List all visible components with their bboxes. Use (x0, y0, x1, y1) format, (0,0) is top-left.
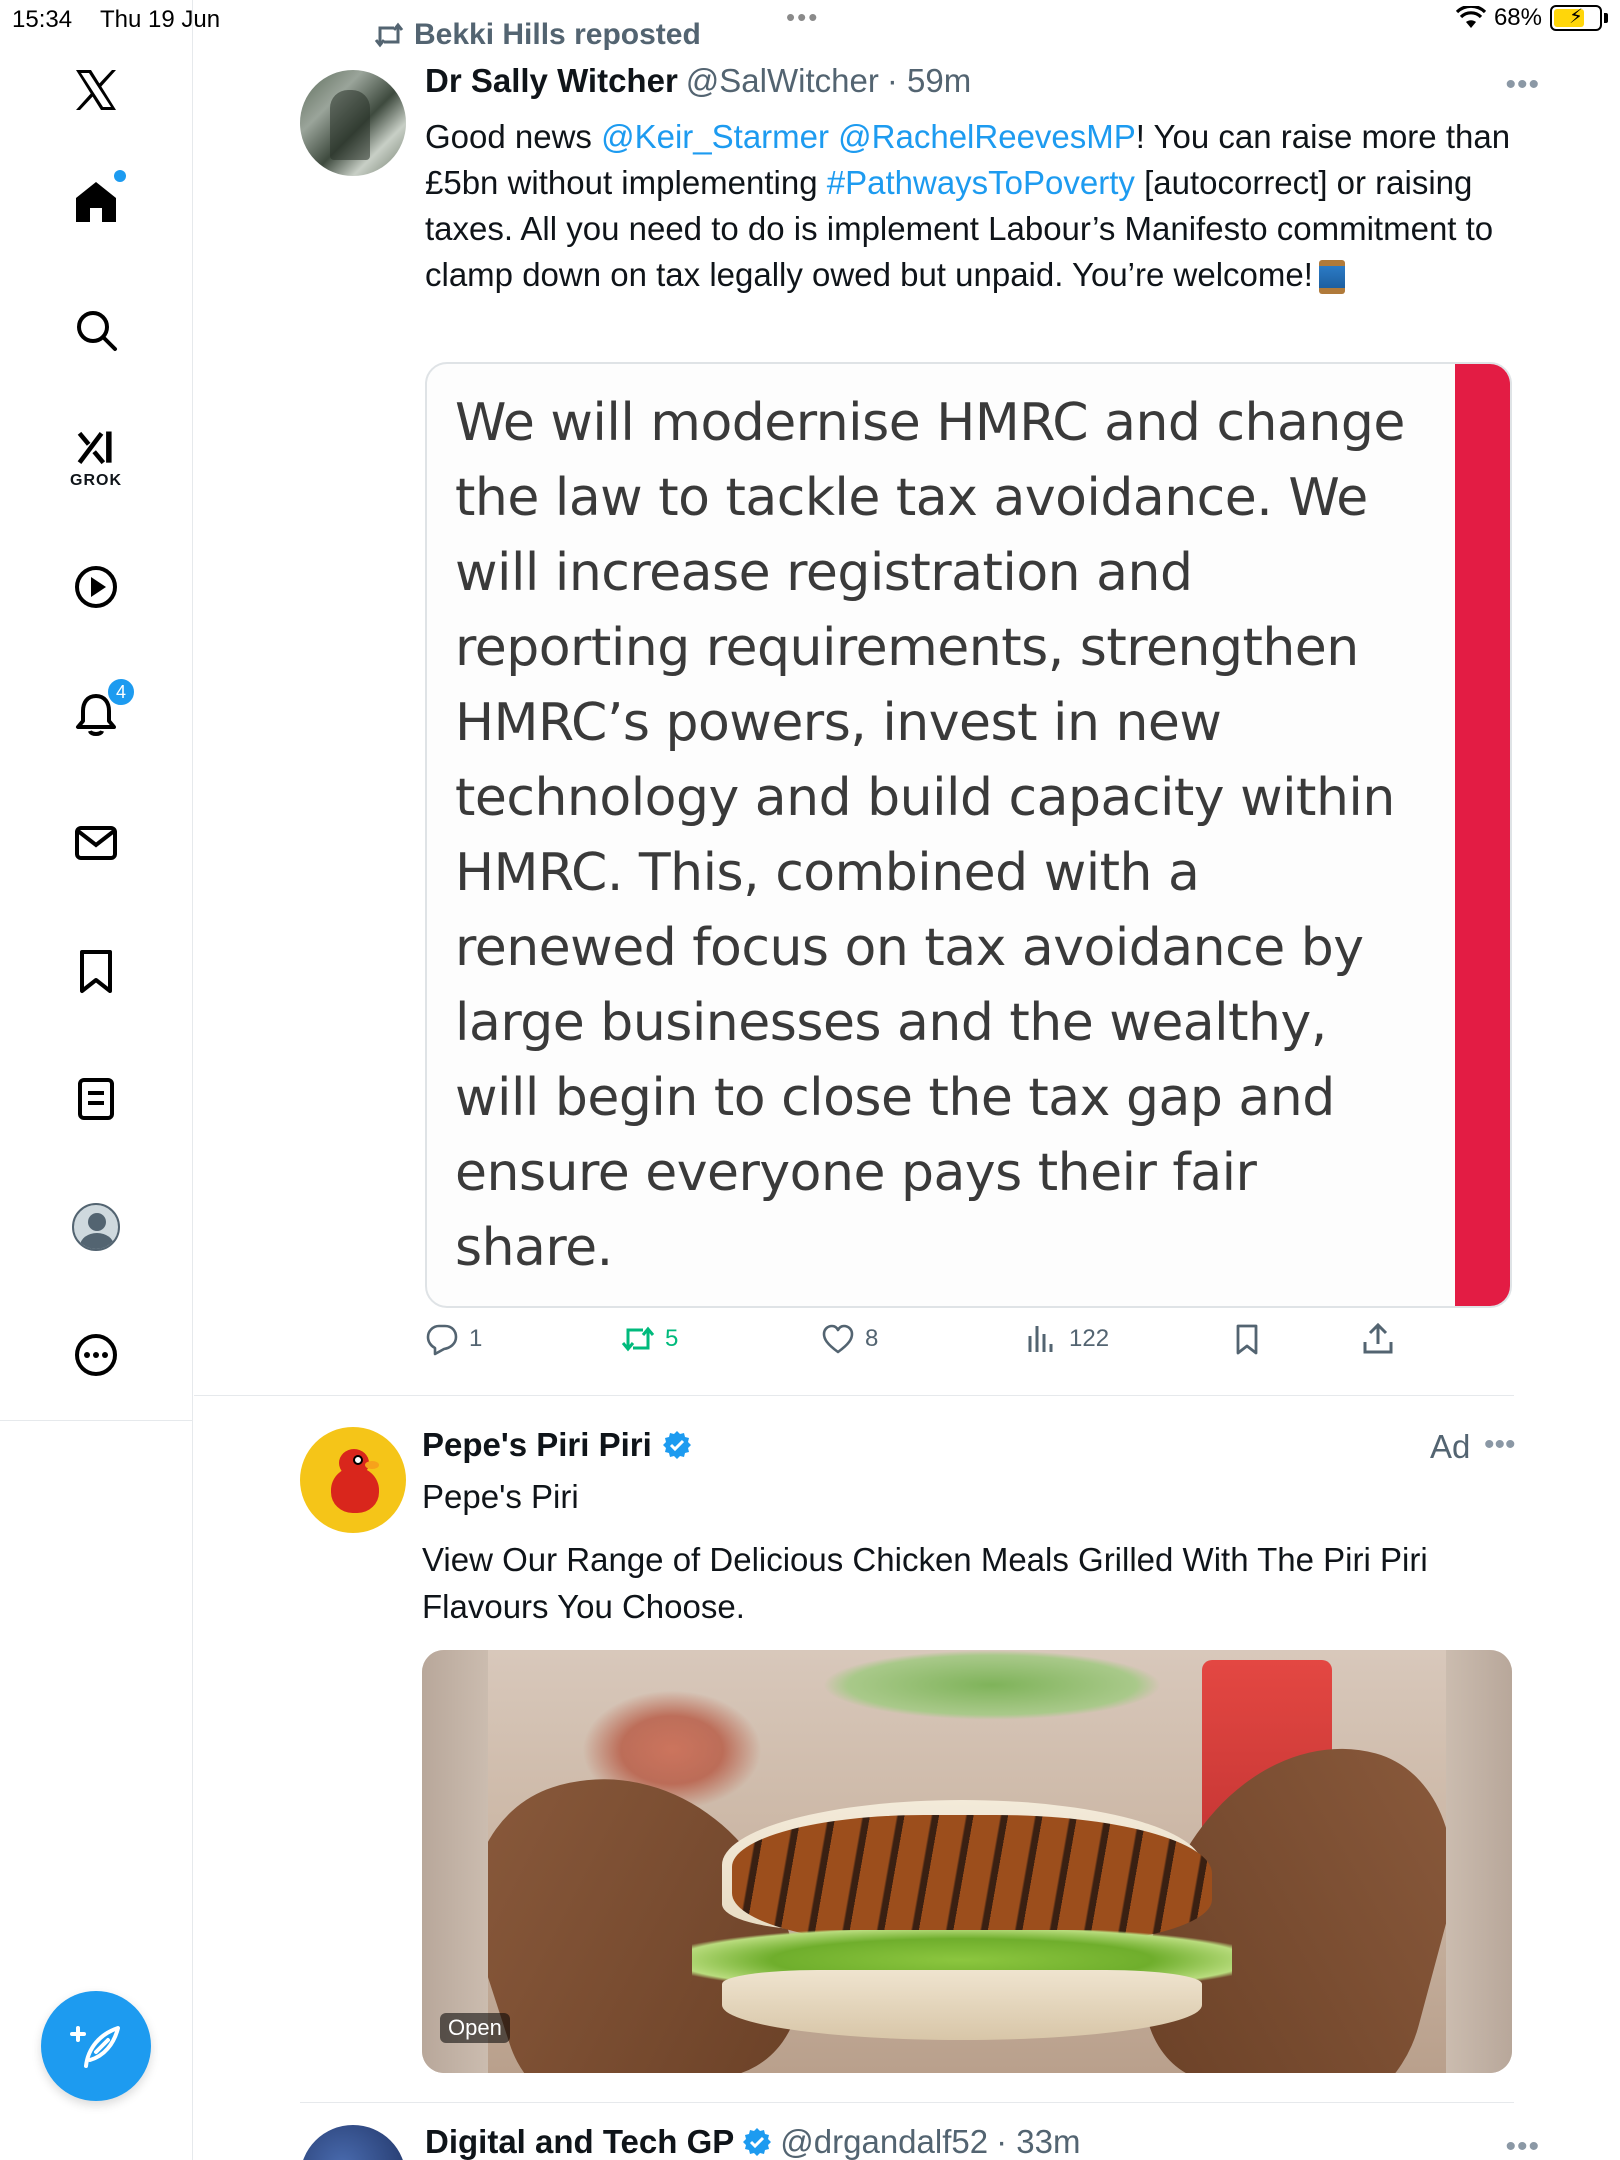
repost-count: 5 (665, 1325, 679, 1352)
author-handle[interactable]: @drgandalf52 (780, 2123, 988, 2160)
more-options-icon[interactable]: ••• (1484, 1428, 1516, 1462)
avatar[interactable] (300, 1427, 406, 1533)
hashtag-link[interactable]: #PathwaysToPoverty (827, 164, 1135, 201)
like-count: 8 (865, 1325, 879, 1352)
text-part (829, 118, 838, 155)
mail-icon[interactable] (56, 803, 136, 883)
ad-subtitle: Pepe's Piri (422, 1478, 579, 1515)
repost-icon (374, 22, 404, 48)
lists-icon[interactable] (56, 1059, 136, 1139)
chicken-logo-icon (323, 1445, 383, 1515)
views-count: 122 (1069, 1325, 1110, 1352)
heart-icon (822, 1324, 854, 1354)
bun-image (722, 1970, 1202, 2040)
home-new-dot (114, 170, 126, 182)
verified-badge-icon (662, 1431, 691, 1459)
share-button[interactable] (1361, 1322, 1395, 1356)
repost-icon (621, 1326, 655, 1352)
chicken-image (732, 1815, 1212, 1945)
author-name[interactable]: Dr Sally Witcher (425, 62, 678, 100)
reply-count: 1 (469, 1325, 483, 1352)
mention-link[interactable]: @RachelReevesMP (838, 118, 1136, 155)
ad-image[interactable]: Open (422, 1650, 1512, 2073)
bell-icon[interactable]: 4 (56, 675, 136, 755)
notifications-badge: 4 (106, 677, 136, 707)
more-options-icon[interactable]: ••• (1505, 2130, 1540, 2160)
views-icon (1028, 1326, 1053, 1352)
tweet-time[interactable]: · 33m (996, 2123, 1080, 2160)
author-name[interactable]: Digital and Tech GP (425, 2123, 734, 2160)
image-red-bar (1455, 364, 1510, 1306)
grok-label: GROK (70, 472, 122, 489)
repost-text: Bekki Hills reposted (414, 18, 701, 51)
avatar[interactable] (300, 2125, 406, 2160)
video-icon[interactable] (56, 547, 136, 627)
spool-emoji-icon (1318, 260, 1345, 295)
tweet-text: Good news @Keir_Starmer @RachelReevesMP!… (425, 114, 1515, 298)
sidebar-divider (0, 1420, 193, 1421)
tweet-actions: 1 5 8 122 (425, 1322, 1515, 1372)
more-icon[interactable] (56, 1315, 136, 1395)
home-icon[interactable] (56, 162, 136, 242)
share-icon (1363, 1322, 1393, 1354)
tweet-time[interactable]: · 59m (887, 62, 971, 100)
bookmark-icon (1236, 1324, 1258, 1355)
feed: Bekki Hills reposted Dr Sally Witcher @S… (194, 0, 1620, 2160)
sidebar: GROK 4 (0, 0, 193, 2160)
ad-label: Ad (1430, 1428, 1471, 1465)
image-text: We will modernise HMRC and change the la… (455, 393, 1405, 1278)
ad-text: View Our Range of Delicious Chicken Meal… (422, 1541, 1428, 1625)
ad-header: Pepe's Piri Piri (422, 1426, 692, 1464)
verified-badge-icon (743, 2128, 772, 2156)
like-button[interactable]: 8 (821, 1322, 878, 1356)
x-logo-icon[interactable] (56, 50, 136, 130)
profile-icon[interactable] (56, 1187, 136, 1267)
text-part: Good news (425, 118, 602, 155)
tweet-divider (194, 1395, 1514, 1396)
mention-link[interactable]: @Keir_Starmer (601, 118, 829, 155)
views-button[interactable]: 122 (1025, 1322, 1109, 1356)
tweet-header: Digital and Tech GP @drgandalf52 · 33m (425, 2123, 1080, 2160)
open-badge[interactable]: Open (440, 2013, 510, 2043)
compose-icon (70, 2026, 120, 2068)
grok-icon[interactable]: GROK (56, 418, 136, 498)
reply-button[interactable]: 1 (425, 1322, 482, 1356)
repost-button[interactable]: 5 (621, 1322, 678, 1356)
compose-button[interactable] (41, 1991, 151, 2101)
tweet-header: Dr Sally Witcher @SalWitcher · 59m (425, 62, 971, 100)
tweet-divider (300, 2102, 1514, 2103)
profile-avatar (72, 1203, 120, 1251)
bookmark-icon[interactable] (56, 931, 136, 1011)
more-options-icon[interactable]: ••• (1505, 68, 1540, 102)
reply-icon (426, 1324, 458, 1356)
repost-indicator[interactable]: Bekki Hills reposted (374, 18, 701, 52)
advertiser-name[interactable]: Pepe's Piri Piri (422, 1426, 652, 1464)
search-icon[interactable] (56, 290, 136, 370)
bookmark-button[interactable] (1230, 1322, 1264, 1356)
avatar[interactable] (300, 70, 406, 176)
author-handle[interactable]: @SalWitcher (686, 62, 879, 100)
tweet-image[interactable]: We will modernise HMRC and change the la… (425, 362, 1512, 1308)
